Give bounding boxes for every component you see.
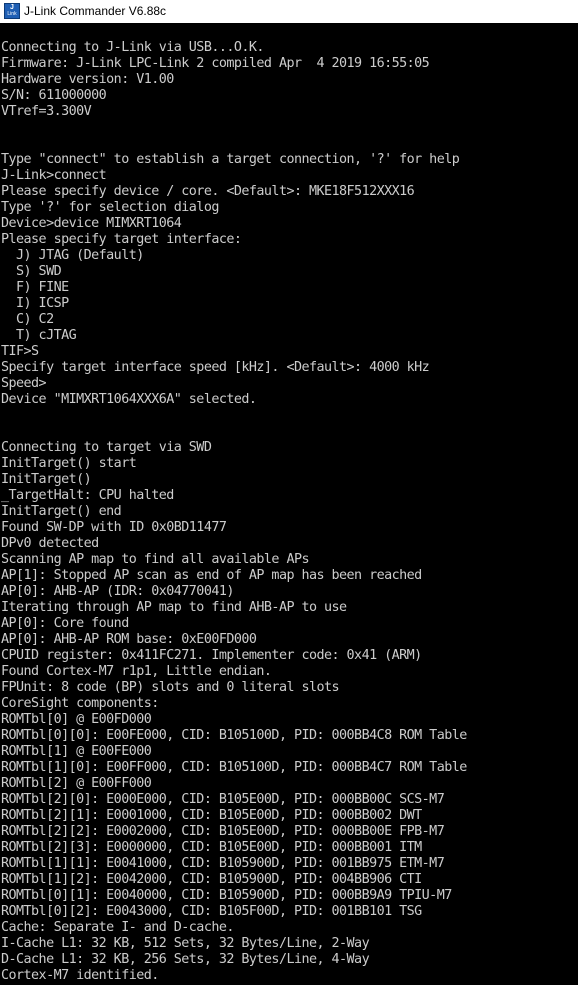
- console-line: AP[0]: AHB-AP (IDR: 0x04770041): [1, 584, 234, 599]
- console-line: ROMTbl[1][1]: E0041000, CID: B105900D, P…: [1, 856, 445, 871]
- console-line: Connecting to target via SWD: [1, 440, 212, 455]
- console-output-area[interactable]: Connecting to J-Link via USB...O.K. Firmw…: [0, 23, 578, 985]
- console-line: I-Cache L1: 32 KB, 512 Sets, 32 Bytes/Li…: [1, 936, 370, 951]
- console-line: ROMTbl[0][0]: E00FE000, CID: B105100D, P…: [1, 728, 467, 743]
- console-line: C) C2: [1, 312, 54, 327]
- console-line: I) ICSP: [1, 296, 69, 311]
- console-line: D-Cache L1: 32 KB, 256 Sets, 32 Bytes/Li…: [1, 952, 370, 967]
- console-line: S/N: 611000000: [1, 88, 107, 103]
- window-titlebar[interactable]: J Link J-Link Commander V6.88c: [0, 0, 578, 23]
- console-line: ROMTbl[2] @ E00FF000: [1, 776, 152, 791]
- console-line: ROMTbl[1] @ E00FE000: [1, 744, 152, 759]
- console-line: ROMTbl[2][3]: E0000000, CID: B105E00D, P…: [1, 840, 422, 855]
- console-line: Connecting to J-Link via USB...O.K.: [1, 40, 264, 55]
- console-line: ROMTbl[0][1]: E0040000, CID: B105900D, P…: [1, 888, 452, 903]
- console-line: Iterating through AP map to find AHB-AP …: [1, 600, 347, 615]
- window-title: J-Link Commander V6.88c: [24, 4, 167, 18]
- console-line: TIF>S: [1, 344, 39, 359]
- console-line: F) FINE: [1, 280, 69, 295]
- console-line: ROMTbl[0][2]: E0043000, CID: B105F00D, P…: [1, 904, 422, 919]
- console-line: Device>device MIMXRT1064: [1, 216, 182, 231]
- app-icon-word: Link: [7, 11, 17, 17]
- console-line: Hardware version: V1.00: [1, 72, 174, 87]
- console-line: CPUID register: 0x411FC271. Implementer …: [1, 648, 422, 663]
- console-line: ROMTbl[0] @ E00FD000: [1, 712, 152, 727]
- console-line: Speed>: [1, 376, 47, 391]
- app-icon-letter: J: [10, 4, 14, 11]
- console-line: Please specify target interface:: [1, 232, 242, 247]
- console-line: J-Link>connect: [1, 168, 107, 183]
- console-line: InitTarget() end: [1, 504, 122, 519]
- console-line: _TargetHalt: CPU halted: [1, 488, 174, 503]
- console-line: Scanning AP map to find all available AP…: [1, 552, 310, 567]
- console-line: ROMTbl[1][2]: E0042000, CID: B105900D, P…: [1, 872, 422, 887]
- console-line: Specify target interface speed [kHz]. <D…: [1, 360, 430, 375]
- console-line: InitTarget() start: [1, 456, 137, 471]
- console-line: Found SW-DP with ID 0x0BD11477: [1, 520, 227, 535]
- console-line: Cortex-M7 identified.: [1, 968, 159, 983]
- jlink-app-icon[interactable]: J Link: [4, 3, 20, 19]
- console-line: J) JTAG (Default): [1, 248, 144, 263]
- console-line: VTref=3.300V: [1, 104, 92, 119]
- console-line: DPv0 detected: [1, 536, 99, 551]
- console-line: ROMTbl[2][1]: E0001000, CID: B105E00D, P…: [1, 808, 422, 823]
- console-line: ROMTbl[2][2]: E0002000, CID: B105E00D, P…: [1, 824, 445, 839]
- console-line: Device "MIMXRT1064XXX6A" selected.: [1, 392, 257, 407]
- console-line: Please specify device / core. <Default>:…: [1, 184, 415, 199]
- console-line: ROMTbl[2][0]: E000E000, CID: B105E00D, P…: [1, 792, 445, 807]
- console-line: Cache: Separate I- and D-cache.: [1, 920, 234, 935]
- console-line: Type '?' for selection dialog: [1, 200, 219, 215]
- console-line: AP[1]: Stopped AP scan as end of AP map …: [1, 568, 422, 583]
- console-lines: Connecting to J-Link via USB...O.K. Firmw…: [1, 40, 467, 984]
- console-line: InitTarget(): [1, 472, 92, 487]
- console-line: Firmware: J-Link LPC-Link 2 compiled Apr…: [1, 56, 430, 71]
- console-line: T) cJTAG: [1, 328, 77, 343]
- console-line: FPUnit: 8 code (BP) slots and 0 literal …: [1, 680, 340, 695]
- console-line: Type "connect" to establish a target con…: [1, 152, 460, 167]
- console-line: CoreSight components:: [1, 696, 159, 711]
- console-line: AP[0]: AHB-AP ROM base: 0xE00FD000: [1, 632, 257, 647]
- console-line: ROMTbl[1][0]: E00FF000, CID: B105100D, P…: [1, 760, 467, 775]
- console-line: S) SWD: [1, 264, 62, 279]
- console-line: Found Cortex-M7 r1p1, Little endian.: [1, 664, 272, 679]
- console-line: AP[0]: Core found: [1, 616, 129, 631]
